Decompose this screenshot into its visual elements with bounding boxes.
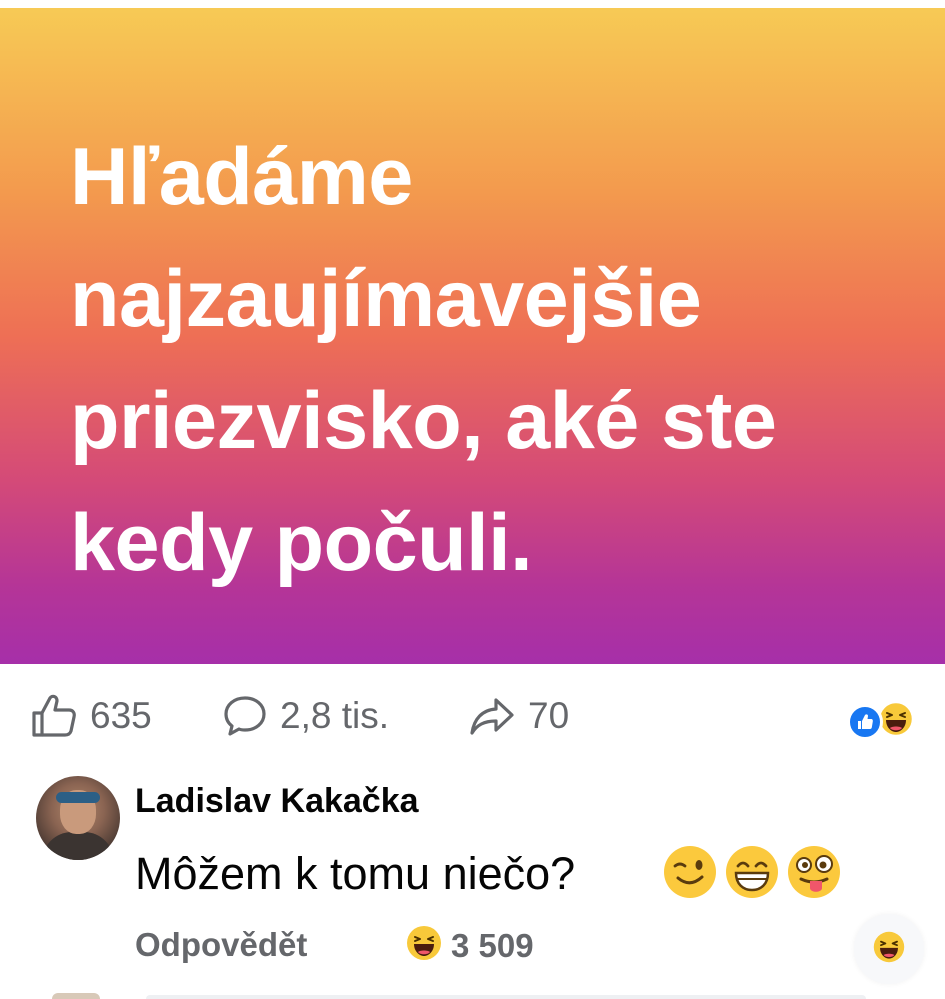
comment: Ladislav Kakačka Môžem k tomu niečo? Odp… — [0, 768, 945, 999]
zany-face-icon — [786, 844, 842, 905]
share-arrow-icon — [468, 694, 516, 738]
post-background: Hľadáme najzaujímavejšie priezvisko, aké… — [0, 8, 945, 664]
comment-author-name[interactable]: Ladislav Kakačka — [135, 782, 419, 821]
like-button[interactable]: 635 — [30, 694, 152, 738]
thumbs-up-icon — [30, 694, 78, 738]
avatar[interactable] — [36, 776, 120, 860]
next-comment-preview — [0, 993, 945, 999]
post-stats-bar: 635 2,8 tis. 70 — [0, 664, 945, 768]
comment-reaction-summary[interactable]: 3 509 — [405, 924, 534, 967]
comment-reaction-count: 3 509 — [451, 926, 534, 964]
comment-button[interactable]: 2,8 tis. — [222, 694, 389, 738]
haha-reaction-icon — [405, 924, 443, 967]
reaction-summary[interactable] — [847, 700, 915, 743]
like-count: 635 — [90, 695, 152, 736]
reply-link[interactable]: Odpovědět — [135, 926, 307, 964]
comment-text: Môžem k tomu niečo? — [135, 848, 576, 899]
comment-bubble-icon — [222, 694, 268, 738]
winking-face-icon — [662, 844, 718, 905]
like-reaction-icon — [847, 703, 883, 740]
share-count: 70 — [528, 695, 570, 736]
comment-count: 2,8 tis. — [280, 695, 389, 736]
share-button[interactable]: 70 — [468, 694, 569, 738]
haha-reaction-icon — [872, 930, 906, 969]
comment-emojis — [662, 844, 842, 905]
react-button[interactable] — [854, 914, 924, 984]
grinning-squinting-face-icon — [724, 844, 780, 905]
post-text: Hľadáme najzaujímavejšie priezvisko, aké… — [70, 132, 777, 588]
